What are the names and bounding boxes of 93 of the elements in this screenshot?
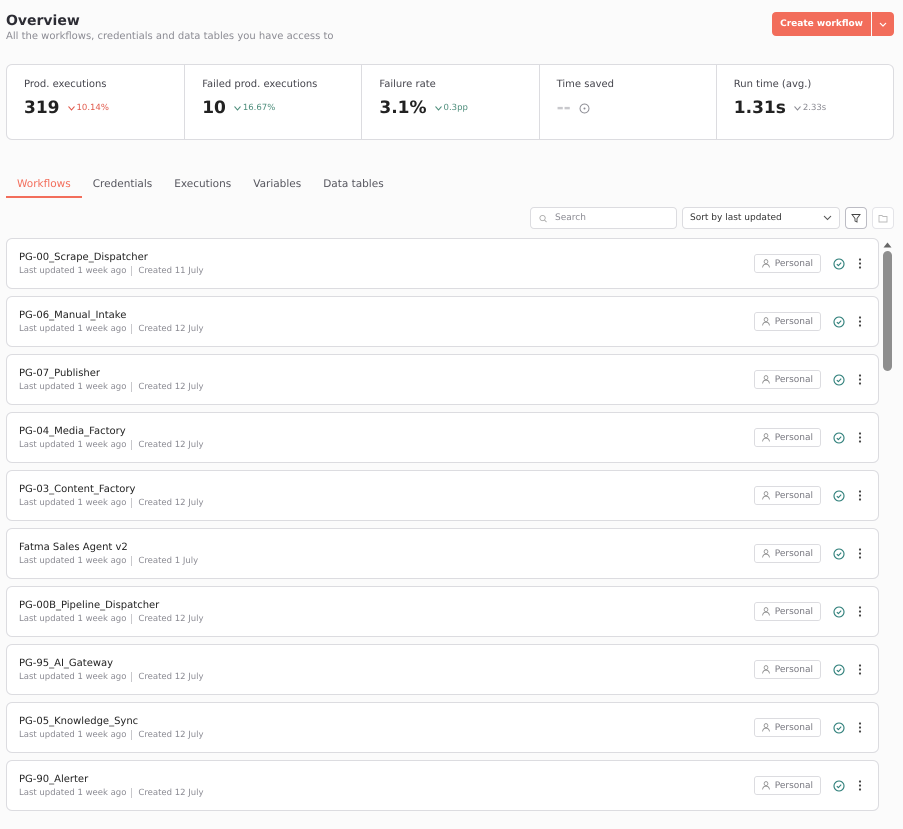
created-text: Created 12 July <box>131 730 204 740</box>
page-subtitle: All the workflows, credentials and data tables you have access to <box>6 31 334 42</box>
created-text: Created 12 July <box>131 498 204 508</box>
scrollbar-thumb[interactable] <box>883 251 892 371</box>
workflow-name: PG-03_Content_Factory <box>19 484 136 494</box>
search-icon <box>539 214 547 222</box>
workflow-name: PG-00_Scrape_Dispatcher <box>19 252 149 262</box>
stat-label: Failure rate <box>379 79 437 90</box>
workflow-name: PG-05_Knowledge_Sync <box>19 716 140 726</box>
workflow-name: PG-90_Alerter <box>19 774 90 784</box>
last-updated-text: Last updated 1 week ago <box>19 556 128 566</box>
stat-change: 16.67% <box>234 103 276 113</box>
stat-label: Run time (avg.) <box>734 79 812 90</box>
page-title: Overview <box>6 12 81 30</box>
more-options-icon[interactable] <box>858 316 862 327</box>
created-text: Created 1 July <box>131 556 198 566</box>
created-text: Created 11 July <box>131 266 204 276</box>
workflow-row[interactable]: PG-00B_Pipeline_Dispatcher Last updated 1 week ago Created 12 July Personal <box>6 586 879 637</box>
more-options-icon[interactable] <box>858 258 862 269</box>
stat-label: Time saved <box>556 79 616 90</box>
tab[interactable]: Variables <box>242 178 312 198</box>
filter-icon <box>851 213 861 223</box>
more-options-icon[interactable] <box>858 722 862 733</box>
stat-change: 2.33s <box>794 103 826 113</box>
more-options-icon[interactable] <box>858 490 862 501</box>
stat-label: Prod. executions <box>24 79 108 90</box>
created-text: Created 12 July <box>131 614 204 624</box>
workflow-name: Fatma Sales Agent v2 <box>19 542 129 552</box>
created-text: Created 12 July <box>131 324 204 334</box>
more-options-icon[interactable] <box>858 432 862 443</box>
workflow-row[interactable]: PG-00_Scrape_Dispatcher Last updated 1 week ago Created 11 July Personal <box>6 238 879 289</box>
scroll-up-arrow-icon[interactable] <box>883 242 892 248</box>
workflow-row[interactable]: PG-04_Media_Factory Last updated 1 week ago Created 12 July Personal <box>6 412 879 463</box>
stat-value: 3.1% <box>379 98 427 118</box>
stat-label: Failed prod. executions <box>202 79 318 90</box>
owner-badge: Personal <box>754 776 821 795</box>
owner-badge: Personal <box>754 486 821 505</box>
last-updated-text: Last updated 1 week ago <box>19 266 128 276</box>
stat-value: -- <box>556 98 571 118</box>
last-updated-text: Last updated 1 week ago <box>19 614 128 624</box>
stat-change: 0.3pp <box>434 103 468 113</box>
workflow-row[interactable]: PG-95_AI_Gateway Last updated 1 week ago Created 12 July Personal <box>6 644 879 695</box>
tab[interactable]: Credentials <box>82 178 164 198</box>
more-options-icon[interactable] <box>858 606 862 617</box>
last-updated-text: Last updated 1 week ago <box>19 672 128 682</box>
owner-badge: Personal <box>754 660 821 679</box>
owner-badge: Personal <box>754 602 821 621</box>
created-text: Created 12 July <box>131 382 204 392</box>
last-updated-text: Last updated 1 week ago <box>19 382 128 392</box>
folder-icon <box>878 214 888 222</box>
more-options-icon[interactable] <box>858 780 862 791</box>
workflow-row[interactable]: PG-03_Content_Factory Last updated 1 week ago Created 12 July Personal <box>6 470 879 521</box>
created-text: Created 12 July <box>131 788 204 798</box>
owner-badge: Personal <box>754 544 821 563</box>
workflow-row[interactable]: PG-06_Manual_Intake Last updated 1 week ago Created 12 July Personal <box>6 296 879 347</box>
workflow-name: PG-06_Manual_Intake <box>19 310 128 320</box>
owner-badge: Personal <box>754 718 821 737</box>
more-options-icon[interactable] <box>858 548 862 559</box>
created-text: Created 12 July <box>131 440 204 450</box>
caret-icon <box>879 22 887 26</box>
stat-value: 319 <box>24 98 60 118</box>
workflow-row[interactable]: PG-05_Knowledge_Sync Last updated 1 week ago Created 12 July Personal <box>6 702 879 753</box>
owner-badge: Personal <box>754 312 821 331</box>
last-updated-text: Last updated 1 week ago <box>19 440 128 450</box>
search-field[interactable]: Search <box>530 207 677 229</box>
dropdown-caret-button[interactable] <box>872 12 894 36</box>
last-updated-text: Last updated 1 week ago <box>19 788 128 798</box>
tab[interactable]: Data tables <box>312 178 395 198</box>
stat-value: 10 <box>202 98 226 118</box>
owner-badge: Personal <box>754 428 821 447</box>
last-updated-text: Last updated 1 week ago <box>19 324 128 334</box>
filter-button[interactable] <box>845 207 867 229</box>
owner-badge: Personal <box>754 370 821 389</box>
stat-value: 1.31s <box>734 98 786 118</box>
last-updated-text: Last updated 1 week ago <box>19 498 128 508</box>
workflow-name: PG-04_Media_Factory <box>19 426 127 436</box>
workflow-row[interactable]: PG-90_Alerter Last updated 1 week ago Created 12 July Personal <box>6 760 879 811</box>
workflow-row[interactable]: PG-07_Publisher Last updated 1 week ago Created 12 July Personal <box>6 354 879 405</box>
workflow-name: PG-95_AI_Gateway <box>19 658 114 668</box>
tab[interactable]: Executions <box>163 178 242 198</box>
created-text: Created 12 July <box>131 672 204 682</box>
stat-change: 10.14% <box>68 103 109 113</box>
workflow-name: PG-00B_Pipeline_Dispatcher <box>19 600 160 610</box>
more-options-icon[interactable] <box>858 374 862 385</box>
more-options-icon[interactable] <box>858 664 862 675</box>
sort-dropdown[interactable]: Sort by last updated <box>682 207 840 229</box>
search-input[interactable]: Search <box>553 212 668 224</box>
last-updated-text: Last updated 1 week ago <box>19 730 128 740</box>
workflow-row[interactable]: Fatma Sales Agent v2 Last updated 1 week ago Created 1 July Personal <box>6 528 879 579</box>
owner-badge: Personal <box>754 254 821 273</box>
workflow-name: PG-07_Publisher <box>19 368 102 378</box>
caret-icon <box>823 215 832 221</box>
info-icon <box>578 102 590 114</box>
